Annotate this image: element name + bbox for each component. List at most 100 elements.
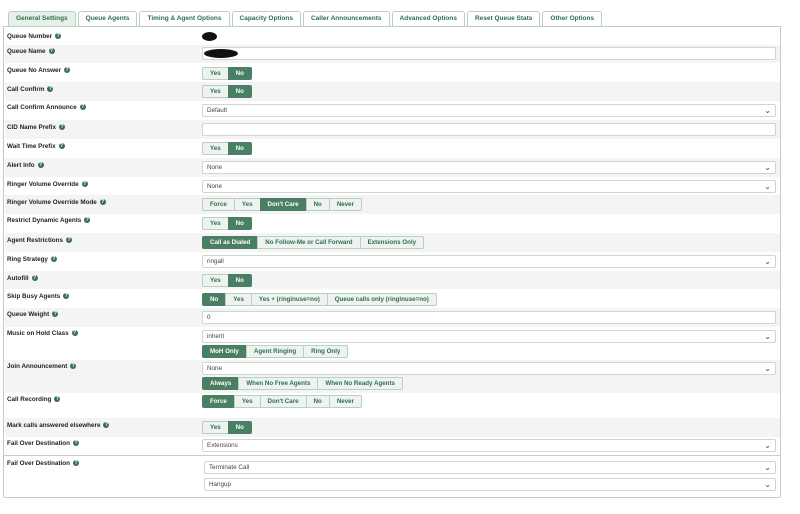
- join-announcement-select[interactable]: None ⌄: [202, 362, 776, 375]
- help-icon[interactable]: ?: [58, 143, 65, 150]
- help-icon[interactable]: ?: [99, 199, 106, 206]
- call-recording-row: Call Recording? Force Yes Don't Care No …: [5, 393, 780, 418]
- join-announcement-no-ready-agents[interactable]: When No Ready Agents: [317, 377, 403, 390]
- ringer-mode-no[interactable]: No: [305, 198, 329, 211]
- help-icon[interactable]: ?: [71, 330, 78, 337]
- alert-info-label: Alert Info?: [7, 162, 44, 169]
- music-on-hold-class-select[interactable]: inherit ⌄: [202, 330, 776, 343]
- autofill-no[interactable]: No: [227, 274, 252, 287]
- skip-busy-agents-toggle: No Yes Yes + (ringinuse=no) Queue calls …: [202, 293, 437, 306]
- call-recording-dont-care[interactable]: Don't Care: [259, 395, 306, 408]
- call-confirm-yes[interactable]: Yes: [202, 85, 228, 98]
- autofill-yes[interactable]: Yes: [202, 274, 228, 287]
- queue-name-input[interactable]: [202, 47, 776, 60]
- join-announcement-no-free-agents[interactable]: When No Free Agents: [238, 377, 318, 390]
- tab-capacity-options[interactable]: Capacity Options: [231, 11, 301, 26]
- queue-no-answer-yes[interactable]: Yes: [202, 67, 228, 80]
- wait-time-prefix-yes[interactable]: Yes: [202, 142, 228, 155]
- moh-only[interactable]: MoH Only: [202, 345, 246, 358]
- help-icon[interactable]: ?: [37, 162, 44, 169]
- ringer-mode-never[interactable]: Never: [328, 198, 363, 211]
- agent-restrictions-no-follow-me[interactable]: No Follow-Me or Call Forward: [257, 236, 360, 249]
- ring-strategy-select[interactable]: ringall ⌄: [202, 255, 776, 268]
- skip-busy-agents-queue-calls-only[interactable]: Queue calls only (ringinuse=no): [326, 293, 437, 306]
- queue-no-answer-no[interactable]: No: [227, 67, 252, 80]
- help-icon[interactable]: ?: [50, 256, 57, 263]
- call-confirm-no[interactable]: No: [227, 85, 252, 98]
- skip-busy-agents-row: Skip Busy Agents? No Yes Yes + (ringinus…: [5, 289, 780, 308]
- call-confirm-announce-row: Call Confirm Announce? Default ⌄: [5, 101, 780, 120]
- queue-number-row: Queue Number?: [5, 29, 780, 45]
- help-icon[interactable]: ?: [84, 217, 91, 224]
- call-recording-force[interactable]: Force: [202, 395, 234, 408]
- help-icon[interactable]: ?: [103, 422, 110, 429]
- join-announcement-row: Join Announcement? None ⌄ Always When No …: [5, 360, 780, 393]
- tab-queue-agents[interactable]: Queue Agents: [77, 11, 138, 26]
- mark-calls-no[interactable]: No: [227, 421, 252, 434]
- help-icon[interactable]: ?: [64, 67, 70, 74]
- help-icon[interactable]: ?: [72, 460, 79, 467]
- restrict-dynamic-agents-yes[interactable]: Yes: [202, 217, 228, 230]
- call-confirm-label: Call Confirm?: [7, 86, 54, 93]
- help-icon[interactable]: ?: [31, 275, 38, 282]
- help-icon[interactable]: ?: [47, 86, 54, 93]
- tab-general-settings[interactable]: General Settings: [8, 11, 76, 26]
- mark-calls-yes[interactable]: Yes: [202, 421, 228, 434]
- call-recording-no[interactable]: No: [305, 395, 329, 408]
- restrict-dynamic-agents-toggle: Yes No: [202, 217, 252, 230]
- general-settings-panel: Queue Number? Queue Name? Queue No Answe…: [3, 26, 781, 498]
- tab-reset-queue-stats[interactable]: Reset Queue Stats: [466, 11, 541, 26]
- ringer-mode-dont-care[interactable]: Don't Care: [259, 198, 306, 211]
- help-icon[interactable]: ?: [52, 311, 59, 318]
- ringer-volume-override-mode-toggle: Force Yes Don't Care No Never: [202, 198, 363, 211]
- fail-over-destination-select-2[interactable]: Terminate Call ⌄: [204, 461, 776, 474]
- restrict-dynamic-agents-label: Restrict Dynamic Agents?: [7, 217, 91, 224]
- help-icon[interactable]: ?: [65, 237, 72, 244]
- help-icon[interactable]: ?: [48, 48, 55, 55]
- alert-info-select[interactable]: None ⌄: [202, 161, 776, 174]
- restrict-dynamic-agents-no[interactable]: No: [227, 217, 252, 230]
- help-icon[interactable]: ?: [59, 124, 65, 131]
- tab-bar: General Settings Queue Agents Timing & A…: [8, 11, 604, 26]
- redacted-queue-name: [204, 49, 238, 58]
- help-icon[interactable]: ?: [55, 33, 62, 40]
- help-icon[interactable]: ?: [79, 104, 86, 111]
- agent-restrictions-extensions-only[interactable]: Extensions Only: [359, 236, 425, 249]
- skip-busy-agents-yes-ringinuse[interactable]: Yes + (ringinuse=no): [250, 293, 327, 306]
- help-icon[interactable]: ?: [54, 396, 61, 403]
- moh-agent-ringing[interactable]: Agent Ringing: [245, 345, 304, 358]
- help-icon[interactable]: ?: [70, 363, 77, 370]
- tab-advanced-options[interactable]: Advanced Options: [391, 11, 465, 26]
- help-icon[interactable]: ?: [72, 440, 79, 447]
- redacted-queue-number: [202, 32, 217, 41]
- ringer-mode-yes[interactable]: Yes: [233, 198, 260, 211]
- restrict-dynamic-agents-row: Restrict Dynamic Agents? Yes No: [5, 214, 780, 233]
- tab-timing-agent-options[interactable]: Timing & Agent Options: [139, 11, 230, 26]
- call-confirm-announce-label: Call Confirm Announce?: [7, 104, 86, 111]
- skip-busy-agents-no[interactable]: No: [202, 293, 226, 306]
- help-icon[interactable]: ?: [63, 293, 70, 300]
- moh-ring-only[interactable]: Ring Only: [303, 345, 349, 358]
- call-recording-yes[interactable]: Yes: [233, 395, 260, 408]
- tab-caller-announcements[interactable]: Caller Announcements: [302, 11, 390, 26]
- agent-restrictions-label: Agent Restrictions?: [7, 237, 72, 244]
- skip-busy-agents-yes[interactable]: Yes: [225, 293, 251, 306]
- ringer-mode-force[interactable]: Force: [202, 198, 234, 211]
- help-icon[interactable]: ?: [81, 181, 88, 188]
- cid-name-prefix-input[interactable]: [202, 123, 776, 136]
- queue-no-answer-toggle: Yes No: [202, 67, 252, 80]
- wait-time-prefix-row: Wait Time Prefix? Yes No: [5, 139, 780, 158]
- queue-weight-input[interactable]: 0: [202, 311, 776, 324]
- join-announcement-always[interactable]: Always: [202, 377, 239, 390]
- call-confirm-announce-select[interactable]: Default ⌄: [202, 104, 776, 117]
- call-recording-never[interactable]: Never: [328, 395, 363, 408]
- agent-restrictions-call-as-dialed[interactable]: Call as Dialed: [202, 236, 258, 249]
- ringer-volume-override-select[interactable]: None ⌄: [202, 180, 776, 193]
- tab-other-options[interactable]: Other Options: [542, 11, 603, 26]
- call-recording-label: Call Recording?: [7, 396, 61, 403]
- ringer-volume-override-label: Ringer Volume Override?: [7, 181, 88, 188]
- chevron-down-icon: ⌄: [764, 364, 771, 373]
- fail-over-destination-select-3[interactable]: Hangup ⌄: [204, 478, 776, 491]
- wait-time-prefix-no[interactable]: No: [227, 142, 252, 155]
- fail-over-destination-select[interactable]: Extensions ⌄: [202, 439, 776, 452]
